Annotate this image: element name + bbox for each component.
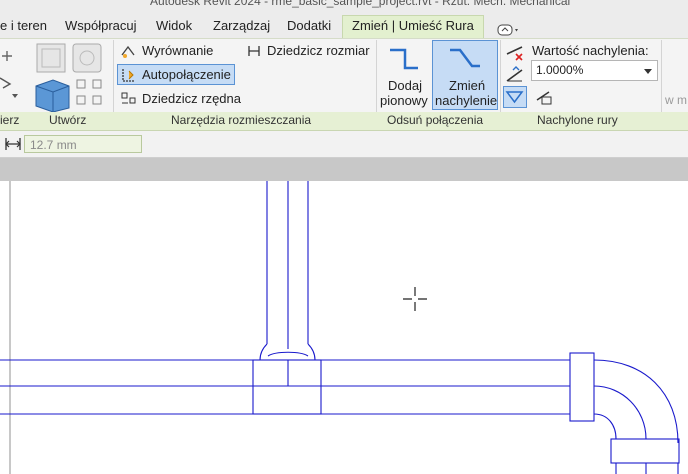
slope-value-dropdown[interactable]: 1.0000%: [531, 60, 658, 81]
panel-label-measure: ierz: [0, 113, 20, 127]
pipe-drawing[interactable]: [0, 181, 688, 474]
autoconnect-icon: [122, 69, 135, 82]
slope-value-text: 1.0000%: [536, 63, 584, 77]
view-divider-strip: [0, 158, 688, 181]
panel-label-bar: ierz Utwórz Narzędzia rozmieszczania Ods…: [0, 112, 688, 131]
measure-tools-icon[interactable]: [0, 44, 22, 104]
align-icon: [121, 45, 135, 58]
change-slope-label-1: Zmień: [449, 78, 486, 93]
crosshair-cursor-icon: [403, 287, 427, 311]
panel-label-offset-connections: Odsuń połączenia: [387, 113, 484, 127]
inherit-elevation-icon: [121, 92, 136, 104]
tab-collaborate[interactable]: Współpracuj: [65, 16, 137, 38]
size-width-icon: [5, 138, 21, 150]
inherit-size-button[interactable]: Dziedzicz rozmiar: [267, 43, 370, 58]
ribbon-overflow-text: w m: [665, 93, 687, 107]
tab-manage[interactable]: Zarządzaj: [213, 16, 270, 38]
slope-value-label: Wartość nachylenia:: [532, 43, 649, 58]
tab-site[interactable]: e i teren: [0, 16, 47, 38]
inherit-elevation-button[interactable]: Dziedzicz rzędna: [142, 91, 241, 106]
chevron-down-icon: [644, 69, 652, 74]
tab-view[interactable]: Widok: [156, 16, 192, 38]
tab-addins[interactable]: Dodatki: [287, 16, 331, 38]
panel-label-sloped-pipes: Nachylone rury: [537, 113, 618, 127]
slope-marker-icon[interactable]: [535, 88, 555, 106]
slope-up-icon[interactable]: [505, 66, 525, 84]
change-slope-icon: [450, 48, 480, 68]
align-button[interactable]: Wyrównanie: [142, 43, 213, 58]
ribbon-tab-bar: e i teren Współpracuj Widok Zarządzaj Do…: [0, 10, 688, 39]
disable-slope-icon[interactable]: [505, 44, 525, 62]
create-similar-icon[interactable]: [33, 40, 108, 112]
title-bar: Autodesk Revit 2024 - rme_basic_sample_p…: [0, 0, 688, 10]
window-title: Autodesk Revit 2024 - rme_basic_sample_p…: [150, 0, 571, 8]
panel-label-placement-tools: Narzędzia rozmieszczania: [171, 113, 312, 127]
panel-toggle-icon[interactable]: [497, 23, 521, 37]
slope-down-icon: [505, 91, 524, 104]
autoconnect-label: Autopołączenie: [142, 67, 231, 82]
tab-modify-place-pipe[interactable]: Zmień | Umieść Rura: [342, 15, 484, 39]
panel-label-create: Utwórz: [49, 113, 87, 127]
change-slope-label-2: nachylenie: [435, 93, 498, 108]
size-field[interactable]: 12.7 mm: [24, 135, 142, 153]
add-vertical-button[interactable]: [378, 42, 430, 110]
inherit-size-icon: [248, 46, 260, 56]
options-bar: 12.7 mm: [0, 131, 688, 158]
